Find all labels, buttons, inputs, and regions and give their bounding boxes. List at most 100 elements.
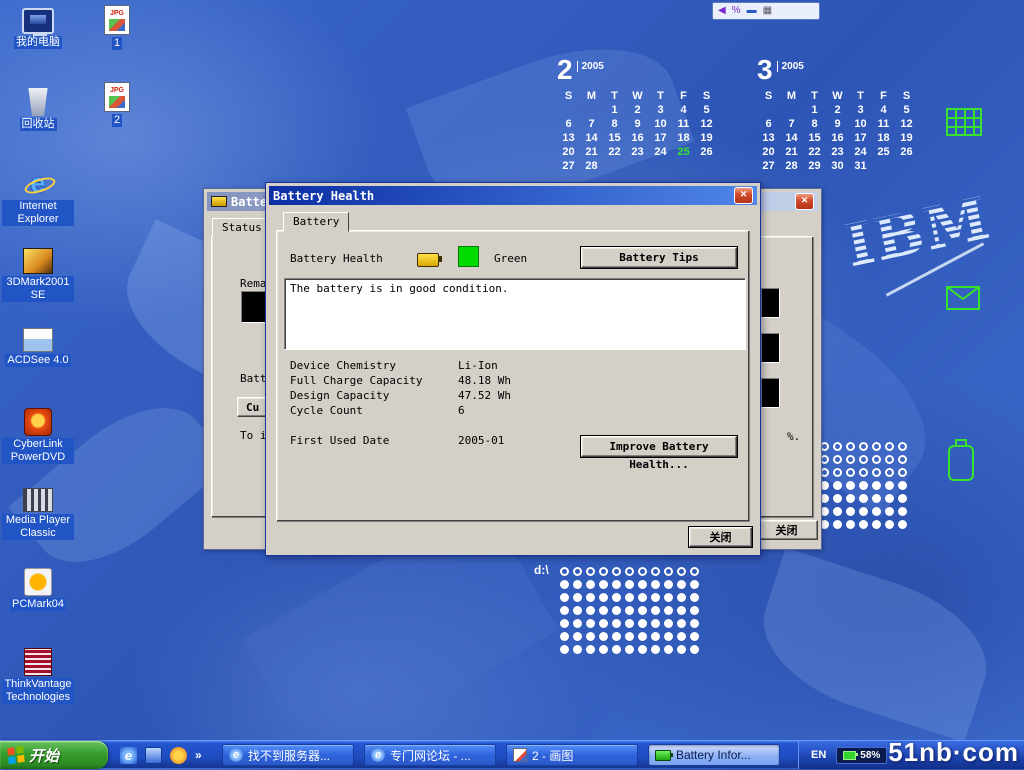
- dot: [612, 632, 621, 641]
- calendar-day: 28: [780, 159, 803, 173]
- desktop-icon-acdsee[interactable]: ACDSee 4.0: [2, 328, 74, 367]
- dot: [677, 632, 686, 641]
- language-indicator[interactable]: EN: [811, 749, 826, 761]
- start-button[interactable]: 开始: [0, 741, 108, 769]
- taskbar-task-3[interactable]: 2 - 画图: [506, 744, 638, 766]
- show-desktop-icon[interactable]: [145, 747, 162, 764]
- close-dialog-button[interactable]: 关闭: [689, 527, 752, 547]
- dot: [872, 442, 881, 451]
- calendar-day: [872, 159, 895, 173]
- dot: [677, 580, 686, 589]
- close-dialog-button[interactable]: 关闭: [755, 520, 818, 540]
- task-buttons: e找不到服务器... e专门网论坛 - ... 2 - 画图 Battery Info…: [222, 744, 780, 766]
- dot: [573, 567, 582, 576]
- field-value: Li-Ion: [458, 359, 498, 372]
- battery-field-row: Cycle Count6: [290, 404, 511, 419]
- dialog-titlebar[interactable]: Battery Health ✕: [269, 186, 757, 205]
- dot: [898, 520, 907, 529]
- field-value: 2005-01: [458, 434, 504, 447]
- calendar-day: [895, 159, 918, 173]
- desktop-icon-label: CyberLink PowerDVD: [2, 438, 74, 464]
- calendar-day: 12: [695, 117, 718, 131]
- desktop-file-jpg[interactable]: JPG1: [86, 5, 148, 50]
- calendar-day: 3: [849, 103, 872, 117]
- calendar-day: 1: [603, 103, 626, 117]
- calendar-day: 9: [826, 117, 849, 131]
- calendar-header: 22005: [557, 57, 727, 83]
- calendar-day: 23: [626, 145, 649, 159]
- dot: [612, 619, 621, 628]
- volume-icon[interactable]: ◀: [718, 4, 726, 18]
- calendar-day-header: T: [649, 89, 672, 103]
- calendar-day: 13: [757, 131, 780, 145]
- task-label: 找不到服务器...: [248, 747, 330, 764]
- taskbar-task-4[interactable]: Battery Infor...: [648, 744, 780, 766]
- window-title: Batte: [231, 195, 267, 209]
- close-button[interactable]: ✕: [795, 193, 814, 210]
- desktop-icon-ie[interactable]: eInternet Explorer: [2, 168, 74, 226]
- improve-battery-health-button[interactable]: Improve Battery Health...: [581, 436, 737, 457]
- desktop-icon-powerdvd[interactable]: CyberLink PowerDVD: [2, 408, 74, 464]
- desktop-icon-thinkvantage[interactable]: ThinkVantage Technologies: [2, 648, 74, 704]
- desktop-icon-label: Media Player Classic: [2, 514, 74, 540]
- calendar-day: 25: [672, 145, 695, 159]
- condition-textbox[interactable]: The battery is in good condition.: [284, 278, 746, 350]
- ie-quicklaunch-icon[interactable]: e: [120, 747, 137, 764]
- spreadsheet-icon: [946, 108, 982, 141]
- battery-field-row: First Used Date2005-01: [290, 434, 511, 449]
- brightness-icon[interactable]: ▬: [747, 4, 757, 18]
- tray-battery-indicator[interactable]: 58%: [836, 747, 887, 764]
- dot: [677, 645, 686, 654]
- dot: [599, 619, 608, 628]
- media-player-icon[interactable]: [170, 747, 187, 764]
- display-icon[interactable]: ▦: [763, 4, 772, 18]
- desktop-icon-3dmark[interactable]: 3DMark2001 SE: [2, 248, 74, 302]
- calendar-year: 2005: [777, 61, 804, 72]
- desktop-icon-label: ACDSee 4.0: [5, 354, 70, 367]
- calendar-day: 4: [872, 103, 895, 117]
- taskbar-task-1[interactable]: e找不到服务器...: [222, 744, 354, 766]
- dot: [599, 606, 608, 615]
- calendar-day: 15: [603, 131, 626, 145]
- ibm-logo: IBM: [840, 184, 997, 281]
- dot: [560, 645, 569, 654]
- dot: [560, 593, 569, 602]
- desktop-icon-mpc[interactable]: Media Player Classic: [2, 488, 74, 540]
- taskbar-task-2[interactable]: e专门网论坛 - ...: [364, 744, 496, 766]
- calendar-day: 6: [557, 117, 580, 131]
- file-icon-label: 2: [112, 114, 122, 127]
- health-status-text: Green: [494, 252, 527, 265]
- dot: [651, 593, 660, 602]
- powerdvd-icon: [24, 408, 52, 436]
- dot: [846, 520, 855, 529]
- dot: [885, 507, 894, 516]
- dot: [586, 619, 595, 628]
- close-button[interactable]: ✕: [734, 187, 753, 204]
- dot: [859, 520, 868, 529]
- dot: [651, 567, 660, 576]
- dot: [599, 593, 608, 602]
- desktop-icon-pcmark[interactable]: PCMark04: [2, 568, 74, 611]
- tab-battery[interactable]: Battery: [283, 212, 349, 232]
- dot: [846, 494, 855, 503]
- tray-battery-icon: [843, 751, 856, 760]
- desktop-icon-label: ThinkVantage Technologies: [2, 678, 74, 704]
- dot: [560, 580, 569, 589]
- dot: [859, 507, 868, 516]
- dot: [599, 567, 608, 576]
- tab-status[interactable]: Status: [212, 218, 272, 238]
- desktop-icon-mycomputer[interactable]: 我的电脑: [2, 8, 74, 49]
- desktop-file-jpg[interactable]: JPG2: [86, 82, 148, 127]
- chevron-more-icon[interactable]: »: [195, 748, 202, 762]
- calendar-day: 27: [557, 159, 580, 173]
- desktop-icon-recycle[interactable]: 回收站: [2, 88, 74, 131]
- desktop-icon-label: 我的电脑: [14, 36, 62, 49]
- mute-icon[interactable]: %: [732, 4, 741, 18]
- dot: [586, 606, 595, 615]
- calendar-day: 24: [849, 145, 872, 159]
- calendar-day-header: S: [557, 89, 580, 103]
- battery-tips-button[interactable]: Battery Tips: [581, 247, 737, 268]
- quick-launch-bar: e »: [114, 741, 208, 769]
- dot: [612, 645, 621, 654]
- dot: [599, 632, 608, 641]
